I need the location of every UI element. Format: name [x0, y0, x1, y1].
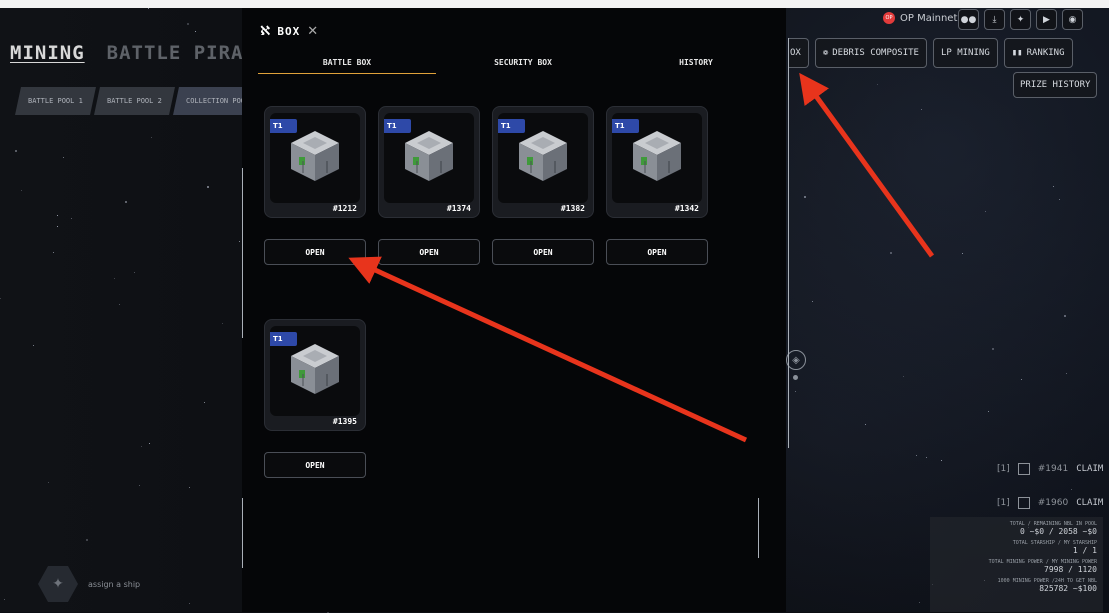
arrow-to-box-button — [799, 72, 935, 258]
arrow-to-open-button — [348, 256, 748, 443]
annotation-arrows — [348, 72, 935, 443]
